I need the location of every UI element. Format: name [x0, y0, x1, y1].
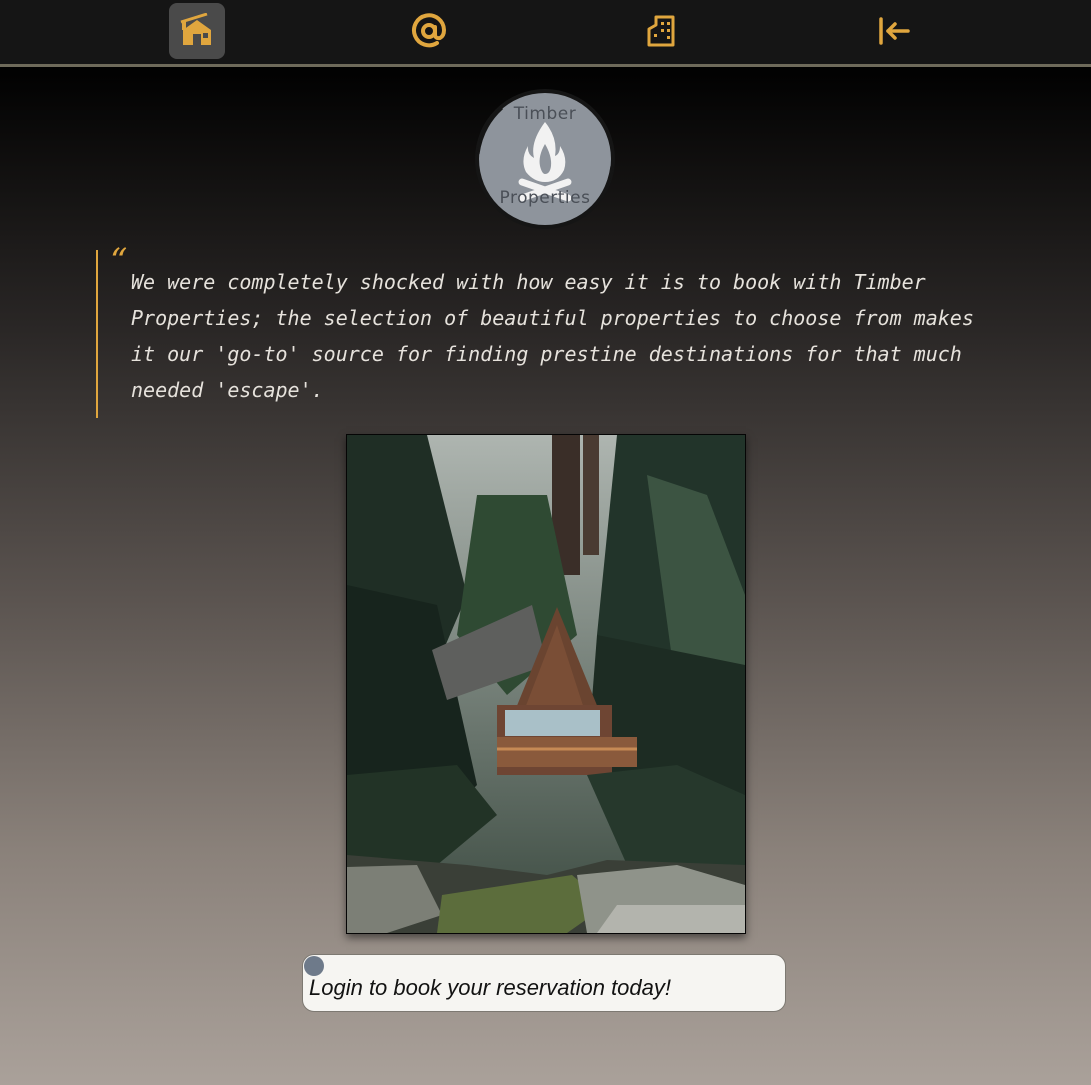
- login-to-book-button[interactable]: Login to book your reservation today!: [302, 954, 786, 1012]
- logo-top-text: Timber: [513, 104, 577, 124]
- testimonial-text: We were completely shocked with how easy…: [131, 270, 974, 402]
- house-icon: [180, 13, 211, 45]
- cabin-in-forest-image: [347, 435, 745, 933]
- nav-properties-button[interactable]: [633, 3, 689, 59]
- testimonial-quote: “ We were completely shocked with how ea…: [96, 244, 998, 418]
- arrow-bar-left-icon: [879, 17, 910, 45]
- building-icon: [647, 15, 675, 47]
- quote-mark: “: [110, 241, 128, 281]
- status-dot: [304, 956, 324, 976]
- logo-bottom-text: Properties: [499, 188, 591, 208]
- nav-contact-button[interactable]: [401, 3, 457, 59]
- nav-logout-button[interactable]: [866, 3, 922, 59]
- timber-properties-logo: Timber Properties: [472, 86, 618, 232]
- nav-home-button[interactable]: [169, 3, 225, 59]
- top-navbar: [0, 0, 1091, 67]
- cabin-photo: [346, 434, 746, 934]
- at-sign-icon: [412, 13, 447, 48]
- login-to-book-label: Login to book your reservation today!: [309, 975, 672, 1000]
